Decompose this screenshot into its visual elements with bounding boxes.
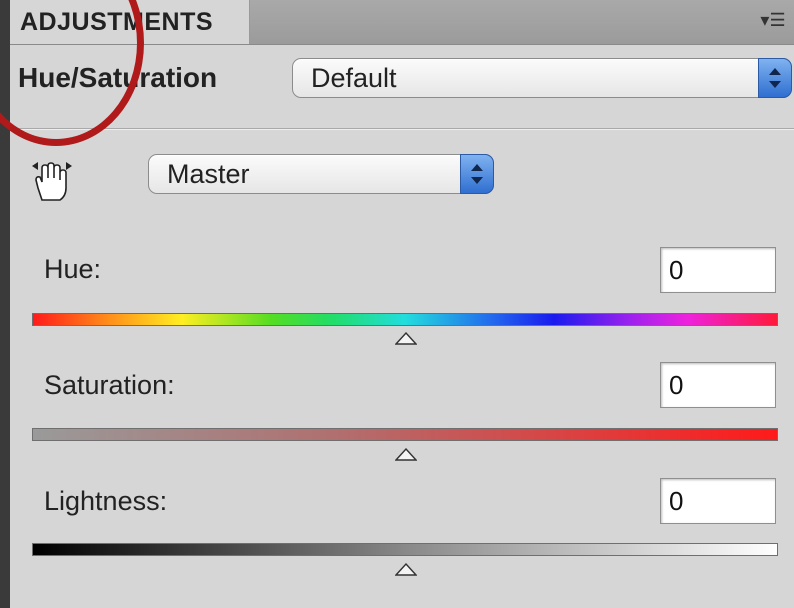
slider-thumb-icon[interactable] [395, 563, 417, 577]
lightness-slider-track[interactable] [32, 543, 778, 556]
select-arrows-icon[interactable] [460, 154, 494, 194]
lightness-value-field[interactable]: 0 [660, 478, 776, 524]
preset-select-value: Default [311, 63, 397, 93]
panel-tab-bar: ADJUSTMENTS ▾☰ [10, 0, 794, 45]
preset-select[interactable]: Default [292, 58, 792, 98]
select-arrows-icon[interactable] [758, 58, 792, 98]
hue-slider-track[interactable] [32, 313, 778, 326]
channel-select-value: Master [167, 159, 250, 189]
channel-select[interactable]: Master [148, 154, 494, 194]
hue-value-field[interactable]: 0 [660, 247, 776, 293]
adjustments-panel: ADJUSTMENTS ▾☰ Hue/Saturation Default Ma… [0, 0, 794, 608]
left-edge-divider [0, 0, 10, 608]
adjustment-title: Hue/Saturation [18, 62, 218, 93]
saturation-value-field[interactable]: 0 [660, 362, 776, 408]
panel-menu-icon[interactable]: ▾☰ [760, 10, 786, 30]
header-row: Hue/Saturation Default [10, 44, 794, 128]
saturation-label: Saturation: [44, 370, 175, 400]
slider-thumb-icon[interactable] [395, 332, 417, 346]
targeted-adjustment-hand-icon[interactable] [30, 158, 74, 204]
saturation-slider-track[interactable] [32, 428, 778, 441]
header-divider-highlight [10, 129, 794, 130]
lightness-label: Lightness: [44, 486, 168, 516]
tab-adjustments[interactable]: ADJUSTMENTS [10, 0, 250, 44]
hue-label: Hue: [44, 254, 102, 284]
slider-thumb-icon[interactable] [395, 448, 417, 462]
